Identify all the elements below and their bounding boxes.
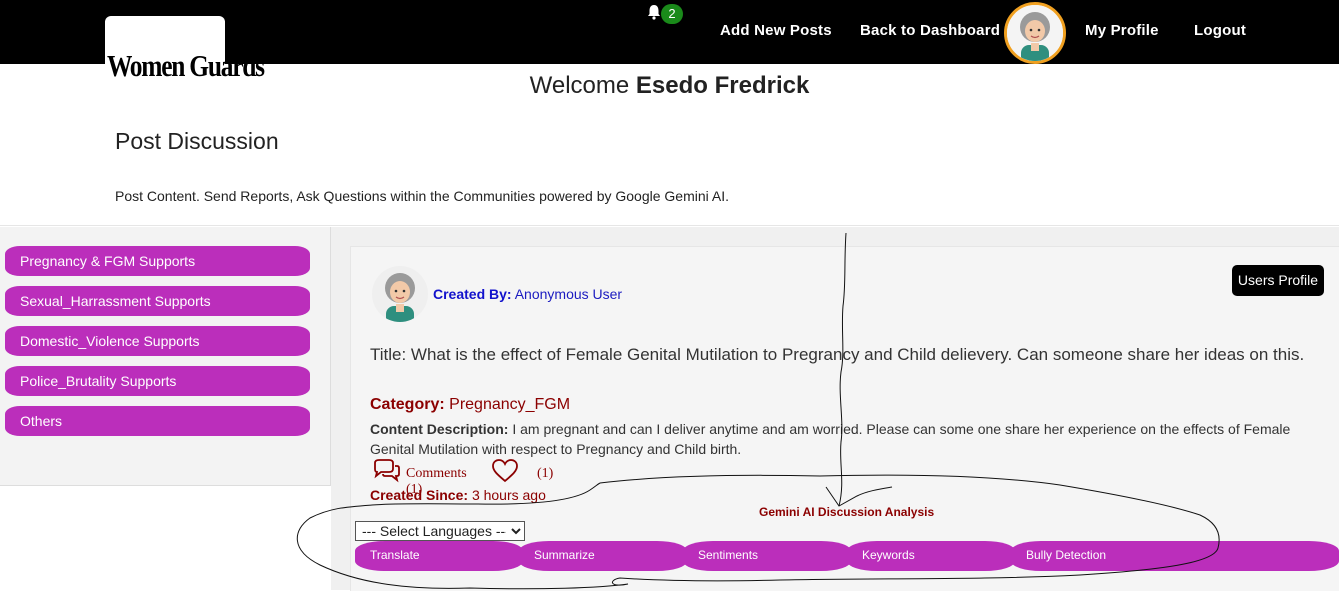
created-since: Created Since: 3 hours ago [370,487,546,503]
post-title: Title: What is the effect of Female Geni… [370,345,1305,364]
description-value: I am pregnant and can I deliver anytime … [370,421,1291,457]
post-author-avatar [372,266,428,322]
sidebar-item-police-brutality[interactable]: Police_Brutality Supports [5,366,310,396]
notification-badge: 2 [661,4,683,24]
gemini-analysis-heading: Gemini AI Discussion Analysis [759,505,935,519]
bully-detection-button[interactable]: Bully Detection [1011,541,1339,571]
description-label: Content Description: [370,421,509,437]
created-since-value: 3 hours ago [471,487,546,503]
category-value: Pregnancy_FGM [449,396,571,413]
my-profile-link[interactable]: My Profile [1085,22,1159,39]
post-category: Category: Pregnancy_FGM [370,396,570,414]
heart-icon[interactable] [491,458,519,484]
welcome-heading: Welcome Esedo Fredrick [0,72,1339,100]
back-to-dashboard-link[interactable]: Back to Dashboard [860,22,1000,39]
comment-icon[interactable] [372,459,402,483]
page-subtitle: Post Content. Send Reports, Ask Question… [115,188,729,204]
users-profile-button[interactable]: Users Profile [1232,265,1324,296]
sidebar-item-domestic-violence[interactable]: Domestic_Violence Supports [5,326,310,356]
logout-link[interactable]: Logout [1194,22,1246,39]
language-select[interactable]: --- Select Languages --- [355,521,525,541]
created-by: Created By: Anonymous User [433,286,622,302]
sidebar-item-others[interactable]: Others [5,406,310,436]
likes-count: (1) [537,466,554,481]
sidebar-item-pregnancy-fgm[interactable]: Pregnancy & FGM Supports [5,246,310,276]
created-by-label: Created By: [433,286,512,302]
summarize-button[interactable]: Summarize [519,541,687,571]
category-label: Category: [370,396,445,413]
user-name: Esedo Fredrick [635,72,810,99]
created-since-label: Created Since: [370,487,469,503]
sidebar-item-sexual-harassment[interactable]: Sexual_Harrassment Supports [5,286,310,316]
created-by-value: Anonymous User [514,286,623,302]
post-description: Content Description: I am pregnant and c… [370,419,1310,459]
page-title: Post Discussion [115,128,279,154]
profile-avatar[interactable] [1004,2,1066,64]
add-new-posts-link[interactable]: Add New Posts [720,22,832,39]
sentiments-button[interactable]: Sentiments [683,541,851,571]
translate-button[interactable]: Translate [355,541,523,571]
divider [0,225,1339,226]
welcome-prefix: Welcome [529,72,630,99]
keywords-button[interactable]: Keywords [847,541,1015,571]
